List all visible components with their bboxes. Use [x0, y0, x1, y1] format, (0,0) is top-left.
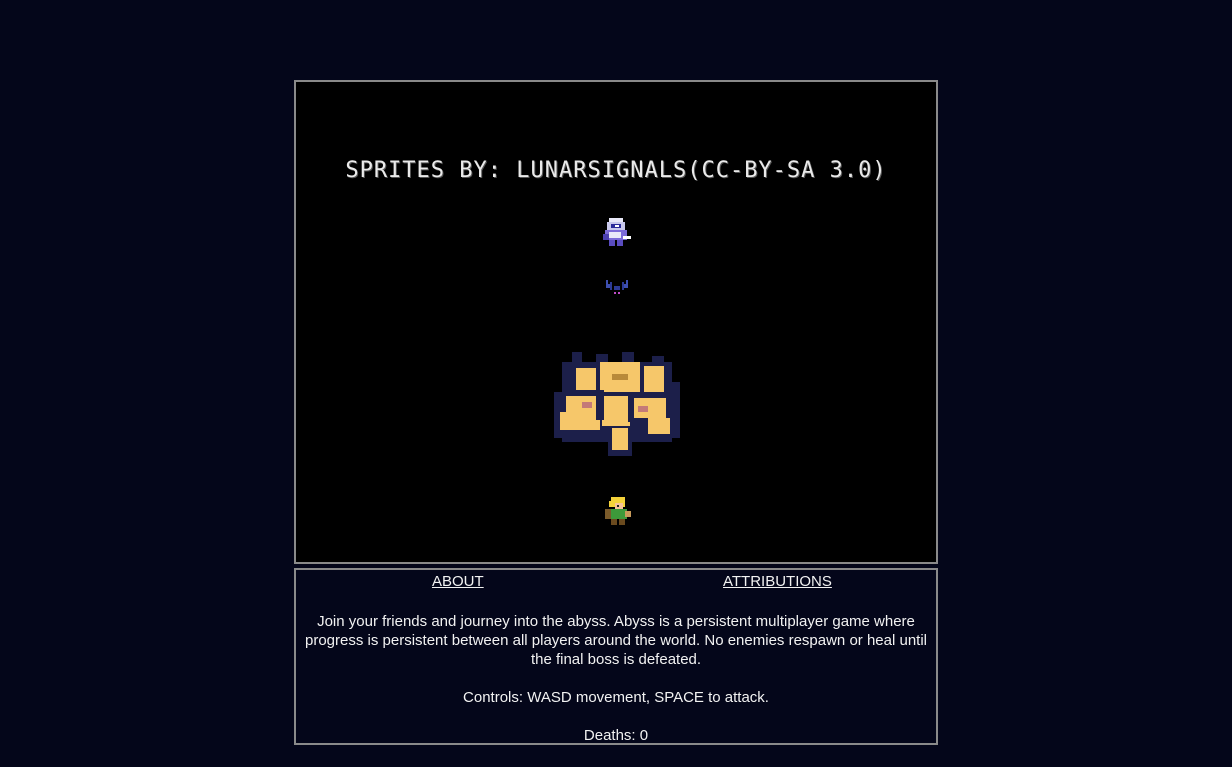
- game-canvas[interactable]: SPRITES BY: LUNARSIGNALS(CC-BY-SA 3.0): [294, 80, 938, 564]
- attributions-link[interactable]: ATTRIBUTIONS: [723, 572, 832, 591]
- info-tabs: ABOUT ATTRIBUTIONS: [296, 572, 936, 592]
- info-panel: ABOUT ATTRIBUTIONS Join your friends and…: [294, 568, 938, 745]
- hero-sprite: [605, 497, 631, 525]
- deaths-counter: Deaths: 0: [583, 727, 649, 744]
- about-link[interactable]: ABOUT: [432, 572, 484, 591]
- controls-text: Controls: WASD movement, SPACE to attack…: [463, 689, 769, 706]
- bat-sprite: [606, 280, 628, 294]
- knight-sprite: [603, 218, 631, 246]
- boss-sprite: [554, 352, 680, 456]
- game-description: Join your friends and journey into the a…: [305, 613, 927, 668]
- sprite-credit-text: SPRITES BY: LUNARSIGNALS(CC-BY-SA 3.0): [345, 158, 887, 183]
